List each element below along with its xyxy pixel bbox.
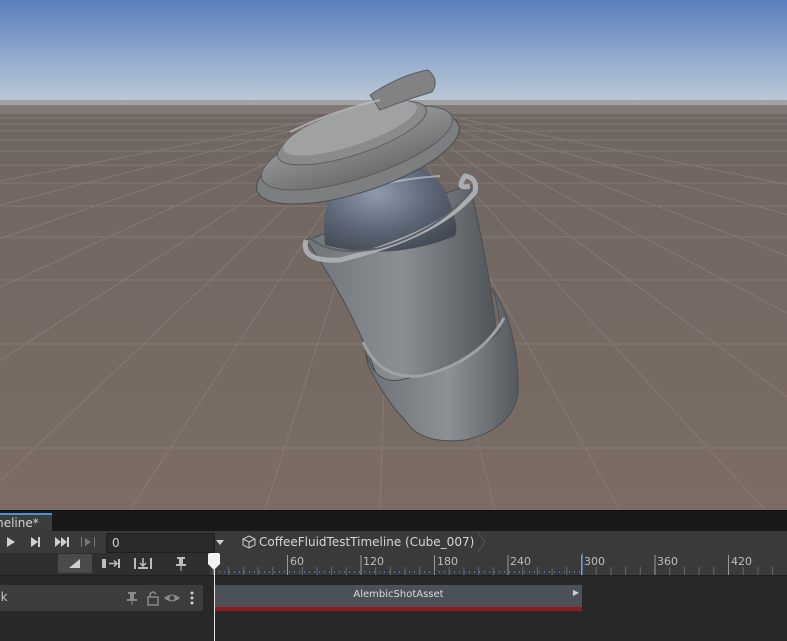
lock-icon[interactable] (145, 589, 161, 607)
tick-label: 360 (657, 555, 678, 568)
pin-button[interactable] (170, 554, 192, 573)
alembic-clip[interactable]: AlembicShotAsset ▶ (215, 585, 582, 611)
frame-dropdown-button[interactable] (213, 533, 227, 551)
tab-strip: meline* (0, 510, 787, 532)
more-options-icon[interactable] (188, 589, 196, 607)
time-ruler[interactable]: 60 120 180 240 300 360 420 (210, 553, 787, 575)
ripple-mode-icon (102, 559, 120, 568)
play-button[interactable] (2, 533, 20, 551)
next-frame-button[interactable] (26, 533, 46, 551)
mix-mode-icon (69, 559, 80, 568)
next-frame-icon (31, 537, 40, 547)
timeline-toolbar: CoffeeFluidTestTimeline (Cube_007) (0, 531, 787, 554)
tick-label: 60 (290, 555, 304, 568)
edit-mode-ripple-button[interactable] (98, 554, 124, 573)
breadcrumb[interactable]: CoffeeFluidTestTimeline (Cube_007) (242, 533, 474, 551)
tick-label: 120 (363, 555, 384, 568)
fast-forward-icon (55, 537, 69, 547)
tick-label: 180 (437, 555, 458, 568)
timeline-panel: meline* CoffeeFluidTestTimeline (Cube_00… (0, 510, 787, 641)
current-frame-field[interactable] (106, 533, 215, 553)
play-range-button[interactable] (78, 533, 98, 551)
cube-icon (242, 535, 256, 549)
last-frame-button[interactable] (52, 533, 74, 551)
playhead-handle[interactable] (207, 553, 221, 571)
tick-label: 300 (584, 555, 605, 568)
scene-viewport[interactable] (0, 0, 787, 510)
breadcrumb-label: CoffeeFluidTestTimeline (Cube_007) (259, 535, 475, 549)
track-row: ck AlembicShotAsset ▶ (0, 585, 787, 611)
breadcrumb-arrow-icon (476, 531, 486, 553)
tab-timeline-label: meline* (0, 516, 39, 530)
clip-label: AlembicShotAsset (353, 589, 444, 600)
replace-mode-icon (134, 558, 152, 569)
clip-end-arrow-icon: ▶ (572, 588, 579, 597)
end-marker[interactable] (582, 553, 583, 575)
edit-mode-replace-button[interactable] (130, 554, 156, 573)
playhead-line (214, 563, 215, 641)
track-pin-icon[interactable] (124, 589, 140, 607)
chevron-down-icon (216, 540, 224, 545)
tick-label: 420 (731, 555, 752, 568)
play-icon (7, 537, 15, 547)
track-header[interactable]: ck (0, 585, 203, 611)
edit-mode-mix-button[interactable] (58, 554, 92, 573)
tab-timeline[interactable]: meline* (0, 513, 52, 532)
play-range-icon (81, 537, 95, 547)
pin-icon (176, 557, 186, 571)
tick-label: 240 (510, 555, 531, 568)
eye-icon[interactable] (163, 589, 181, 607)
track-name: ck (0, 590, 8, 604)
